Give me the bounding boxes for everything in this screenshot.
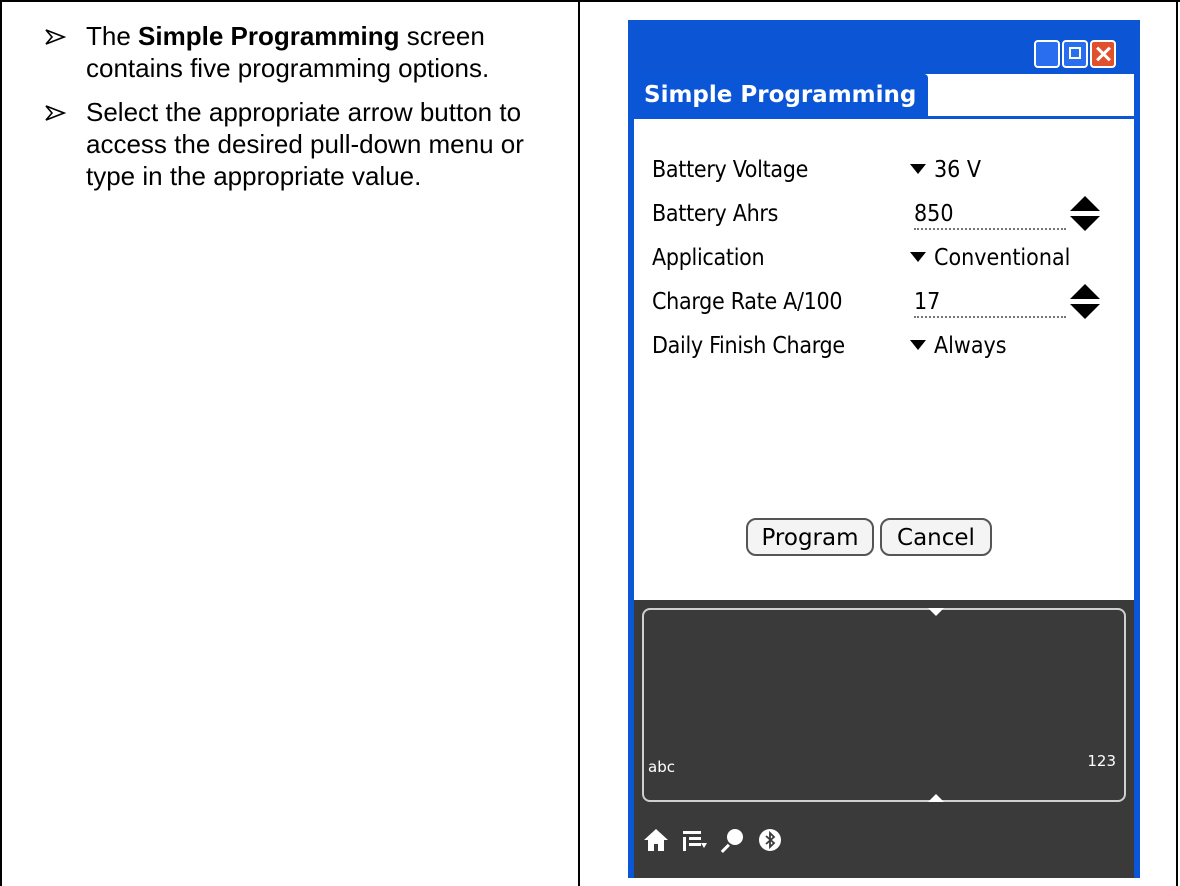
- battery-voltage-row: Battery Voltage 36 V: [652, 150, 1122, 190]
- stepper-up-icon[interactable]: [1070, 284, 1100, 299]
- graffiti-divider-bottom-marker: [928, 794, 944, 802]
- arrow-bullet-icon: [44, 20, 86, 45]
- graffiti-divider-top-marker: [928, 608, 944, 616]
- charge-rate-label: Charge Rate A/100: [652, 289, 843, 315]
- form-title: Simple Programming: [634, 74, 929, 116]
- table-border-top: [0, 0, 1180, 2]
- daily-finish-dropdown[interactable]: Always: [910, 326, 1007, 366]
- charge-rate-input[interactable]: 17: [914, 282, 1066, 318]
- stepper-up-icon[interactable]: [1070, 196, 1100, 211]
- table-border-left: [0, 0, 2, 886]
- instructions-column: The Simple Programming screen contains f…: [44, 20, 574, 204]
- instruction-bullet-2: Select the appropriate arrow button to a…: [44, 96, 574, 192]
- battery-ahrs-label: Battery Ahrs: [652, 201, 779, 227]
- silkscreen-dock: [642, 822, 784, 858]
- application-dropdown[interactable]: Conventional: [910, 238, 1070, 278]
- device-screen: Simple Programming Battery Voltage 36 V …: [634, 74, 1134, 878]
- window-titlebar: [628, 20, 1140, 74]
- arrow-bullet-icon: [44, 96, 86, 121]
- application-label: Application: [652, 245, 765, 271]
- daily-finish-row: Daily Finish Charge Always: [652, 326, 1122, 366]
- application-row: Application Conventional: [652, 238, 1132, 278]
- graffiti-area: abc 123: [634, 600, 1134, 878]
- palm-emulator-window: Simple Programming Battery Voltage 36 V …: [628, 20, 1140, 878]
- battery-voltage-dropdown[interactable]: 36 V: [910, 150, 981, 190]
- graffiti-input-box[interactable]: [642, 608, 1126, 802]
- graffiti-letters-hint: abc: [648, 758, 675, 776]
- stepper-down-icon[interactable]: [1070, 304, 1100, 319]
- maximize-button[interactable]: [1062, 40, 1088, 68]
- form-title-bar: Simple Programming: [634, 74, 1134, 119]
- home-icon[interactable]: [642, 826, 670, 854]
- battery-ahrs-input[interactable]: 850: [914, 194, 1066, 230]
- charge-rate-row: Charge Rate A/100 17: [652, 282, 1122, 322]
- instruction-text-2: Select the appropriate arrow button to a…: [86, 97, 524, 191]
- table-border-right: [1176, 0, 1178, 886]
- program-button[interactable]: Program: [746, 518, 874, 556]
- close-button[interactable]: [1090, 40, 1116, 68]
- menu-icon[interactable]: [680, 826, 708, 854]
- battery-voltage-label: Battery Voltage: [652, 157, 809, 183]
- daily-finish-label: Daily Finish Charge: [652, 333, 845, 359]
- instruction-bullet-1: The Simple Programming screen contains f…: [44, 20, 574, 84]
- minimize-button[interactable]: [1034, 40, 1060, 68]
- dropdown-arrow-icon: [910, 251, 926, 262]
- dropdown-arrow-icon: [910, 339, 926, 350]
- cancel-button[interactable]: Cancel: [880, 518, 992, 556]
- battery-ahrs-stepper[interactable]: [1070, 194, 1100, 234]
- bluetooth-icon[interactable]: [756, 826, 784, 854]
- battery-ahrs-row: Battery Ahrs 850: [652, 194, 1122, 234]
- graffiti-numbers-hint: 123: [1087, 752, 1116, 770]
- instruction-text-1: The Simple Programming screen contains f…: [86, 21, 490, 83]
- dropdown-arrow-icon: [910, 163, 926, 174]
- table-divider: [578, 0, 580, 886]
- charge-rate-stepper[interactable]: [1070, 282, 1100, 322]
- stepper-down-icon[interactable]: [1070, 216, 1100, 231]
- find-icon[interactable]: [718, 826, 746, 854]
